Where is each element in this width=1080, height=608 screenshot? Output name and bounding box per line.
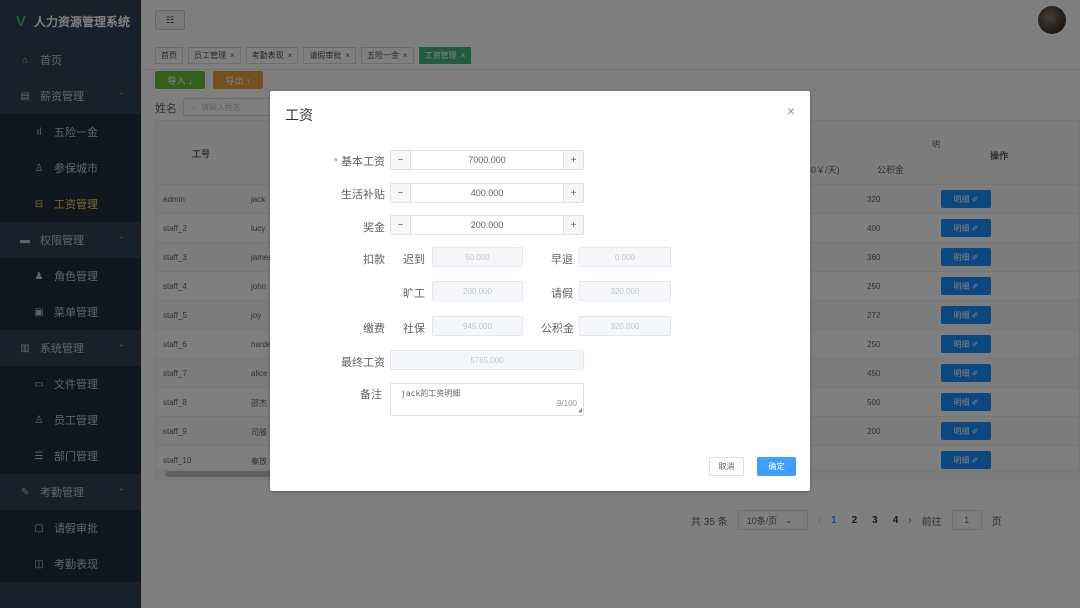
late-value: 50.000	[432, 247, 523, 267]
remark-textarea[interactable]: jack的工资明细 9/100 ◢	[390, 383, 584, 416]
remark-label: 备注	[360, 389, 382, 401]
bonus-minus-button[interactable]: −	[391, 216, 411, 234]
allowance-value[interactable]: 400.000	[411, 184, 563, 202]
confirm-button[interactable]: 确定	[757, 457, 796, 476]
close-icon[interactable]: ×	[787, 103, 795, 119]
early-label: 早退	[551, 254, 573, 266]
social-value: 945.000	[432, 316, 523, 336]
final-salary-label: 最终工资	[341, 357, 385, 369]
leave-value: 320.000	[579, 281, 671, 301]
cancel-button[interactable]: 取消	[709, 457, 744, 476]
early-value: 0.000	[579, 247, 671, 267]
allowance-label: 生活补贴	[341, 189, 385, 201]
social-label: 社保	[403, 323, 425, 335]
remark-count: 9/100	[556, 399, 577, 408]
deduct-label: 扣款	[363, 254, 385, 266]
base-minus-button[interactable]: −	[391, 151, 411, 169]
leave-label: 请假	[551, 288, 573, 300]
allowance-plus-button[interactable]: +	[563, 184, 583, 202]
base-salary-label: * 基本工资	[333, 156, 385, 168]
late-label: 迟到	[403, 254, 425, 266]
allowance-stepper[interactable]: − 400.000 +	[390, 183, 584, 203]
allowance-minus-button[interactable]: −	[391, 184, 411, 202]
salary-dialog: 工资 × * 基本工资 − 7000.000 + 生活补贴 − 400.000 +…	[270, 91, 810, 491]
resize-grip-icon[interactable]: ◢	[578, 406, 582, 414]
remark-value: jack的工资明细	[401, 389, 461, 398]
payment-label: 缴费	[363, 323, 385, 335]
base-salary-stepper[interactable]: − 7000.000 +	[390, 150, 584, 170]
base-salary-value[interactable]: 7000.000	[411, 151, 563, 169]
bonus-value[interactable]: 200.000	[411, 216, 563, 234]
fund-value: 320.000	[579, 316, 671, 336]
bonus-stepper[interactable]: − 200.000 +	[390, 215, 584, 235]
base-plus-button[interactable]: +	[563, 151, 583, 169]
fund-label: 公积金	[541, 323, 574, 335]
bonus-label: 奖金	[363, 222, 385, 234]
final-salary-value: 5765.000	[390, 350, 584, 370]
absent-value: 200.000	[432, 281, 523, 301]
bonus-plus-button[interactable]: +	[563, 216, 583, 234]
dialog-title: 工资	[285, 107, 313, 123]
absent-label: 旷工	[403, 288, 425, 300]
